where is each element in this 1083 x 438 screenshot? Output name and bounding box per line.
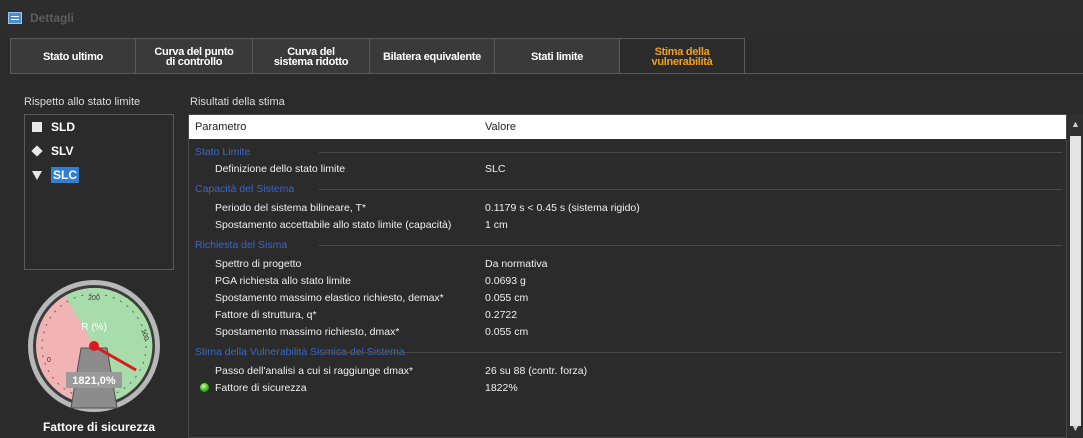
list-item-label: SLD: [51, 120, 75, 134]
tab-label: Stima della vulnerabilità: [651, 45, 713, 68]
group-header: Richiesta del Sisma: [189, 236, 1066, 253]
value-cell: 0.055 cm: [485, 291, 529, 304]
tab-curva-sistema-ridotto[interactable]: Curva del sistema ridotto: [252, 38, 370, 74]
list-item-sld[interactable]: SLD: [25, 115, 173, 139]
group-header: Capacità del Sistema: [189, 180, 1066, 197]
tab-label: Curva del punto di controllo: [154, 45, 234, 68]
tab-curva-punto-controllo[interactable]: Curva del punto di controllo: [135, 38, 253, 74]
title-bar: Dettagli: [0, 0, 1083, 38]
list-item-label: SLV: [51, 144, 74, 158]
table-row[interactable]: Passo dell'analisi a cui si raggiunge dm…: [189, 362, 1066, 379]
table-row[interactable]: Spostamento massimo richiesto, dmax* 0.0…: [189, 323, 1066, 340]
triangle-icon: [29, 168, 45, 182]
gauge-caption: Fattore di sicurezza: [42, 420, 156, 434]
table-row[interactable]: Periodo del sistema bilineare, T* 0.1179…: [189, 199, 1066, 216]
gauge-svg: 200 100 0 R (%) 1821,0%: [28, 280, 160, 412]
safety-factor-gauge: 200 100 0 R (%) 1821,0%: [14, 276, 174, 416]
gauge-tick-0: 0: [47, 357, 51, 364]
window-icon: [8, 12, 22, 24]
tab-stati-limite[interactable]: Stati limite: [494, 38, 620, 74]
group-header: Stima della Vulnerabilità Sismica del Si…: [189, 343, 1066, 360]
scroll-up-icon[interactable]: ▲: [1068, 116, 1083, 132]
param-cell: Fattore di sicurezza: [215, 381, 307, 394]
scroll-down-icon[interactable]: ▼: [1068, 420, 1083, 436]
tab-label: Stati limite: [530, 50, 584, 63]
tab-label: Stato ultimo: [43, 50, 103, 63]
tab-bilatera-equivalente[interactable]: Bilatera equivalente: [369, 38, 495, 74]
column-header-valore[interactable]: Valore: [481, 121, 516, 133]
param-cell: Fattore di struttura, q*: [215, 308, 317, 321]
results-table: Parametro Valore Stato Limite Definizion…: [188, 114, 1067, 438]
param-cell: Definizione dello stato limite: [215, 162, 346, 175]
list-item-label: SLC: [51, 167, 79, 183]
limit-state-label: Rispetto allo stato limite: [24, 96, 141, 108]
value-cell: 1822%: [485, 381, 518, 394]
param-cell: Spostamento massimo richiesto, dmax*: [215, 325, 400, 338]
vertical-scrollbar[interactable]: ▲ ▼: [1068, 114, 1083, 438]
table-row[interactable]: Fattore di struttura, q* 0.2722: [189, 306, 1066, 323]
table-row[interactable]: PGA richiesta allo stato limite 0.0693 g: [189, 272, 1066, 289]
limit-state-list: SLD SLV SLC: [24, 114, 174, 270]
window-title: Dettagli: [30, 11, 75, 25]
value-cell: 1 cm: [485, 218, 508, 231]
value-cell: 0.055 cm: [485, 325, 529, 338]
table-row[interactable]: Spettro di progetto Da normativa: [189, 255, 1066, 272]
param-cell: Periodo del sistema bilineare, T*: [215, 201, 366, 214]
list-item-slv[interactable]: SLV: [25, 139, 173, 163]
scrollbar-thumb[interactable]: [1070, 136, 1081, 426]
value-cell: SLC: [485, 162, 506, 175]
param-cell: Passo dell'analisi a cui si raggiunge dm…: [215, 364, 414, 377]
column-header-parametro[interactable]: Parametro: [189, 121, 481, 133]
tab-stato-ultimo[interactable]: Stato ultimo: [10, 38, 136, 74]
table-row[interactable]: Definizione dello stato limite SLC: [189, 160, 1066, 177]
group-header: Stato Limite: [189, 143, 1066, 160]
table-row[interactable]: Fattore di sicurezza 1822%: [189, 379, 1066, 396]
gauge-hub: [89, 341, 99, 351]
value-cell: 26 su 88 (contr. forza): [485, 364, 588, 377]
list-item-slc[interactable]: SLC: [25, 163, 173, 187]
value-cell: Da normativa: [485, 257, 548, 270]
table-row[interactable]: Spostamento accettabile allo stato limit…: [189, 216, 1066, 233]
value-cell: 0.1179 s < 0.45 s (sistema rigido): [485, 201, 640, 214]
gauge-value: 1821,0%: [72, 375, 116, 387]
table-header: Parametro Valore: [189, 115, 1066, 139]
param-cell: Spettro di progetto: [215, 257, 302, 270]
param-cell: Spostamento massimo elastico richiesto, …: [215, 291, 444, 304]
param-cell: Spostamento accettabile allo stato limit…: [215, 218, 452, 231]
table-row[interactable]: Spostamento massimo elastico richiesto, …: [189, 289, 1066, 306]
tab-stima-vulnerabilita[interactable]: Stima della vulnerabilità: [619, 38, 745, 74]
tab-divider: [10, 73, 1083, 74]
value-cell: 0.0693 g: [485, 274, 526, 287]
tab-label: Curva del sistema ridotto: [273, 45, 349, 68]
square-icon: [29, 120, 45, 134]
tab-bar: Stato ultimo Curva del punto di controll…: [10, 38, 745, 74]
tab-label: Bilatera equivalente: [383, 50, 481, 63]
gauge-tick-200: 200: [88, 295, 100, 302]
green-status-icon: [199, 382, 210, 393]
value-cell: 0.2722: [485, 308, 518, 321]
diamond-icon: [29, 144, 45, 158]
results-label: Risultati della stima: [190, 96, 285, 108]
gauge-axis-label: R (%): [81, 322, 107, 333]
param-cell: PGA richiesta allo stato limite: [215, 274, 351, 287]
